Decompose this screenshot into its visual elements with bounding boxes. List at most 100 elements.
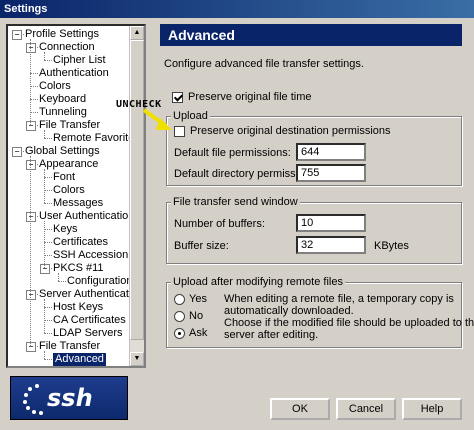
tree-connector xyxy=(30,39,31,125)
tree-connector xyxy=(44,351,45,359)
radio-yes[interactable] xyxy=(174,294,185,305)
tree-item[interactable]: Font xyxy=(53,171,75,184)
tree-connector xyxy=(44,333,52,334)
tree-item[interactable]: Certificates xyxy=(53,236,108,249)
tree-item[interactable]: Keyboard xyxy=(39,93,86,106)
tree-connector xyxy=(44,177,52,178)
tree-connector xyxy=(58,281,66,282)
scroll-thumb[interactable] xyxy=(130,40,144,340)
radio-ask-label: Ask xyxy=(189,327,208,339)
tree-collapse-icon[interactable]: − xyxy=(26,342,36,352)
tree-item[interactable]: Host Keys xyxy=(53,301,103,314)
send-window-legend: File transfer send window xyxy=(171,196,300,208)
file-permissions-input[interactable] xyxy=(296,143,366,161)
tree-connector xyxy=(44,169,45,203)
tree-connector xyxy=(44,255,52,256)
tree-item[interactable]: Colors xyxy=(53,184,85,197)
buffer-size-unit: KBytes xyxy=(374,240,409,252)
tree-collapse-icon[interactable]: − xyxy=(12,30,22,40)
tree-item[interactable]: PKCS #11 xyxy=(53,262,104,275)
tree-collapse-icon[interactable]: − xyxy=(12,147,22,157)
preserve-permissions-label: Preserve original destination permission… xyxy=(190,125,391,137)
ssh-logo: ssh xyxy=(10,376,128,420)
tree-item[interactable]: Messages xyxy=(53,197,103,210)
tree-collapse-icon[interactable]: − xyxy=(40,264,50,274)
tree-connector xyxy=(44,138,52,139)
tree-connector xyxy=(30,86,38,87)
buffer-size-input[interactable] xyxy=(296,236,366,254)
tree-connector xyxy=(44,359,52,360)
directory-permissions-input[interactable] xyxy=(296,164,366,182)
tree-item[interactable]: Authentication xyxy=(39,67,109,80)
file-permissions-label: Default file permissions: xyxy=(174,147,291,159)
tree-item[interactable]: SSH Accession xyxy=(53,249,128,262)
tree-connector xyxy=(44,190,52,191)
tree-connector xyxy=(44,221,45,268)
cancel-button[interactable]: Cancel xyxy=(336,398,396,420)
tree-connector xyxy=(58,273,59,281)
tree-item[interactable]: Appearance xyxy=(39,158,98,171)
tree-item[interactable]: Keys xyxy=(53,223,77,236)
after-modify-help-2: automatically downloaded. xyxy=(224,305,354,317)
tree-connector xyxy=(44,299,45,333)
send-window-group xyxy=(166,202,462,264)
tree-connector xyxy=(30,156,31,346)
after-modify-help-1: When editing a remote file, a temporary … xyxy=(224,293,454,305)
annotation-arrow-icon xyxy=(142,108,172,130)
tree-connector xyxy=(44,203,52,204)
radio-yes-label: Yes xyxy=(189,293,207,305)
tree-item[interactable]: LDAP Servers xyxy=(53,327,123,340)
tree-connector xyxy=(44,60,52,61)
buffers-label: Number of buffers: xyxy=(174,218,265,230)
ssh-logo-icon: ssh xyxy=(23,384,93,415)
tree-item[interactable]: Profile Settings xyxy=(25,28,99,41)
window-title-bar: Settings xyxy=(0,0,474,18)
tree-item[interactable]: Global Settings xyxy=(25,145,100,158)
page-title: Advanced xyxy=(160,24,462,46)
tree-item[interactable]: File Transfer xyxy=(39,340,100,353)
help-button[interactable]: Help xyxy=(402,398,462,420)
tree-connector xyxy=(44,229,52,230)
tree-item[interactable]: Remote Favorites xyxy=(53,132,140,145)
preserve-time-checkbox[interactable] xyxy=(172,92,183,103)
tree-item[interactable]: Advanced xyxy=(53,353,106,366)
tree-connector xyxy=(30,73,38,74)
radio-ask[interactable] xyxy=(174,328,185,339)
tree-item[interactable]: Colors xyxy=(39,80,71,93)
after-modify-legend: Upload after modifying remote files xyxy=(171,276,345,288)
tree-collapse-icon[interactable]: − xyxy=(26,121,36,131)
tree-item[interactable]: Cipher List xyxy=(53,54,106,67)
logo-text: ssh xyxy=(47,384,93,412)
preserve-time-label: Preserve original file time xyxy=(188,91,312,103)
tree-connector xyxy=(30,99,38,100)
buffers-input[interactable] xyxy=(296,214,366,232)
after-modify-help-4: server after editing. xyxy=(224,329,319,341)
tree-scrollbar[interactable]: ▲ ▼ xyxy=(129,26,144,366)
tree-item[interactable]: CA Certificates xyxy=(53,314,126,327)
tree-collapse-icon[interactable]: − xyxy=(26,43,36,53)
tree-collapse-icon[interactable]: − xyxy=(26,290,36,300)
scroll-up-icon[interactable]: ▲ xyxy=(130,26,144,40)
tree-item[interactable]: Tunneling xyxy=(39,106,87,119)
tree-connector xyxy=(44,307,52,308)
ok-button[interactable]: OK xyxy=(270,398,330,420)
window-title: Settings xyxy=(4,3,48,15)
scroll-down-icon[interactable]: ▼ xyxy=(130,352,144,366)
tree-connector xyxy=(44,52,45,60)
after-modify-help-3: Choose if the modified file should be up… xyxy=(224,317,474,329)
settings-tree[interactable]: − Profile Settings − Connection Cipher List A… xyxy=(6,24,146,368)
tree-collapse-icon[interactable]: − xyxy=(26,160,36,170)
tree-item[interactable]: Connection xyxy=(39,41,95,54)
tree-item[interactable]: Server Authentication xyxy=(39,288,144,301)
tree-collapse-icon[interactable]: − xyxy=(26,212,36,222)
tree-connector xyxy=(44,242,52,243)
radio-no[interactable] xyxy=(174,311,185,322)
tree-item[interactable]: User Authentication xyxy=(39,210,134,223)
tree-item[interactable]: Configuration xyxy=(67,275,132,288)
buffer-size-label: Buffer size: xyxy=(174,240,229,252)
panel-description: Configure advanced file transfer setting… xyxy=(164,58,364,70)
tree-connector xyxy=(44,320,52,321)
radio-no-label: No xyxy=(189,310,204,322)
tree-connector xyxy=(44,130,45,138)
tree-item[interactable]: File Transfer xyxy=(39,119,100,132)
